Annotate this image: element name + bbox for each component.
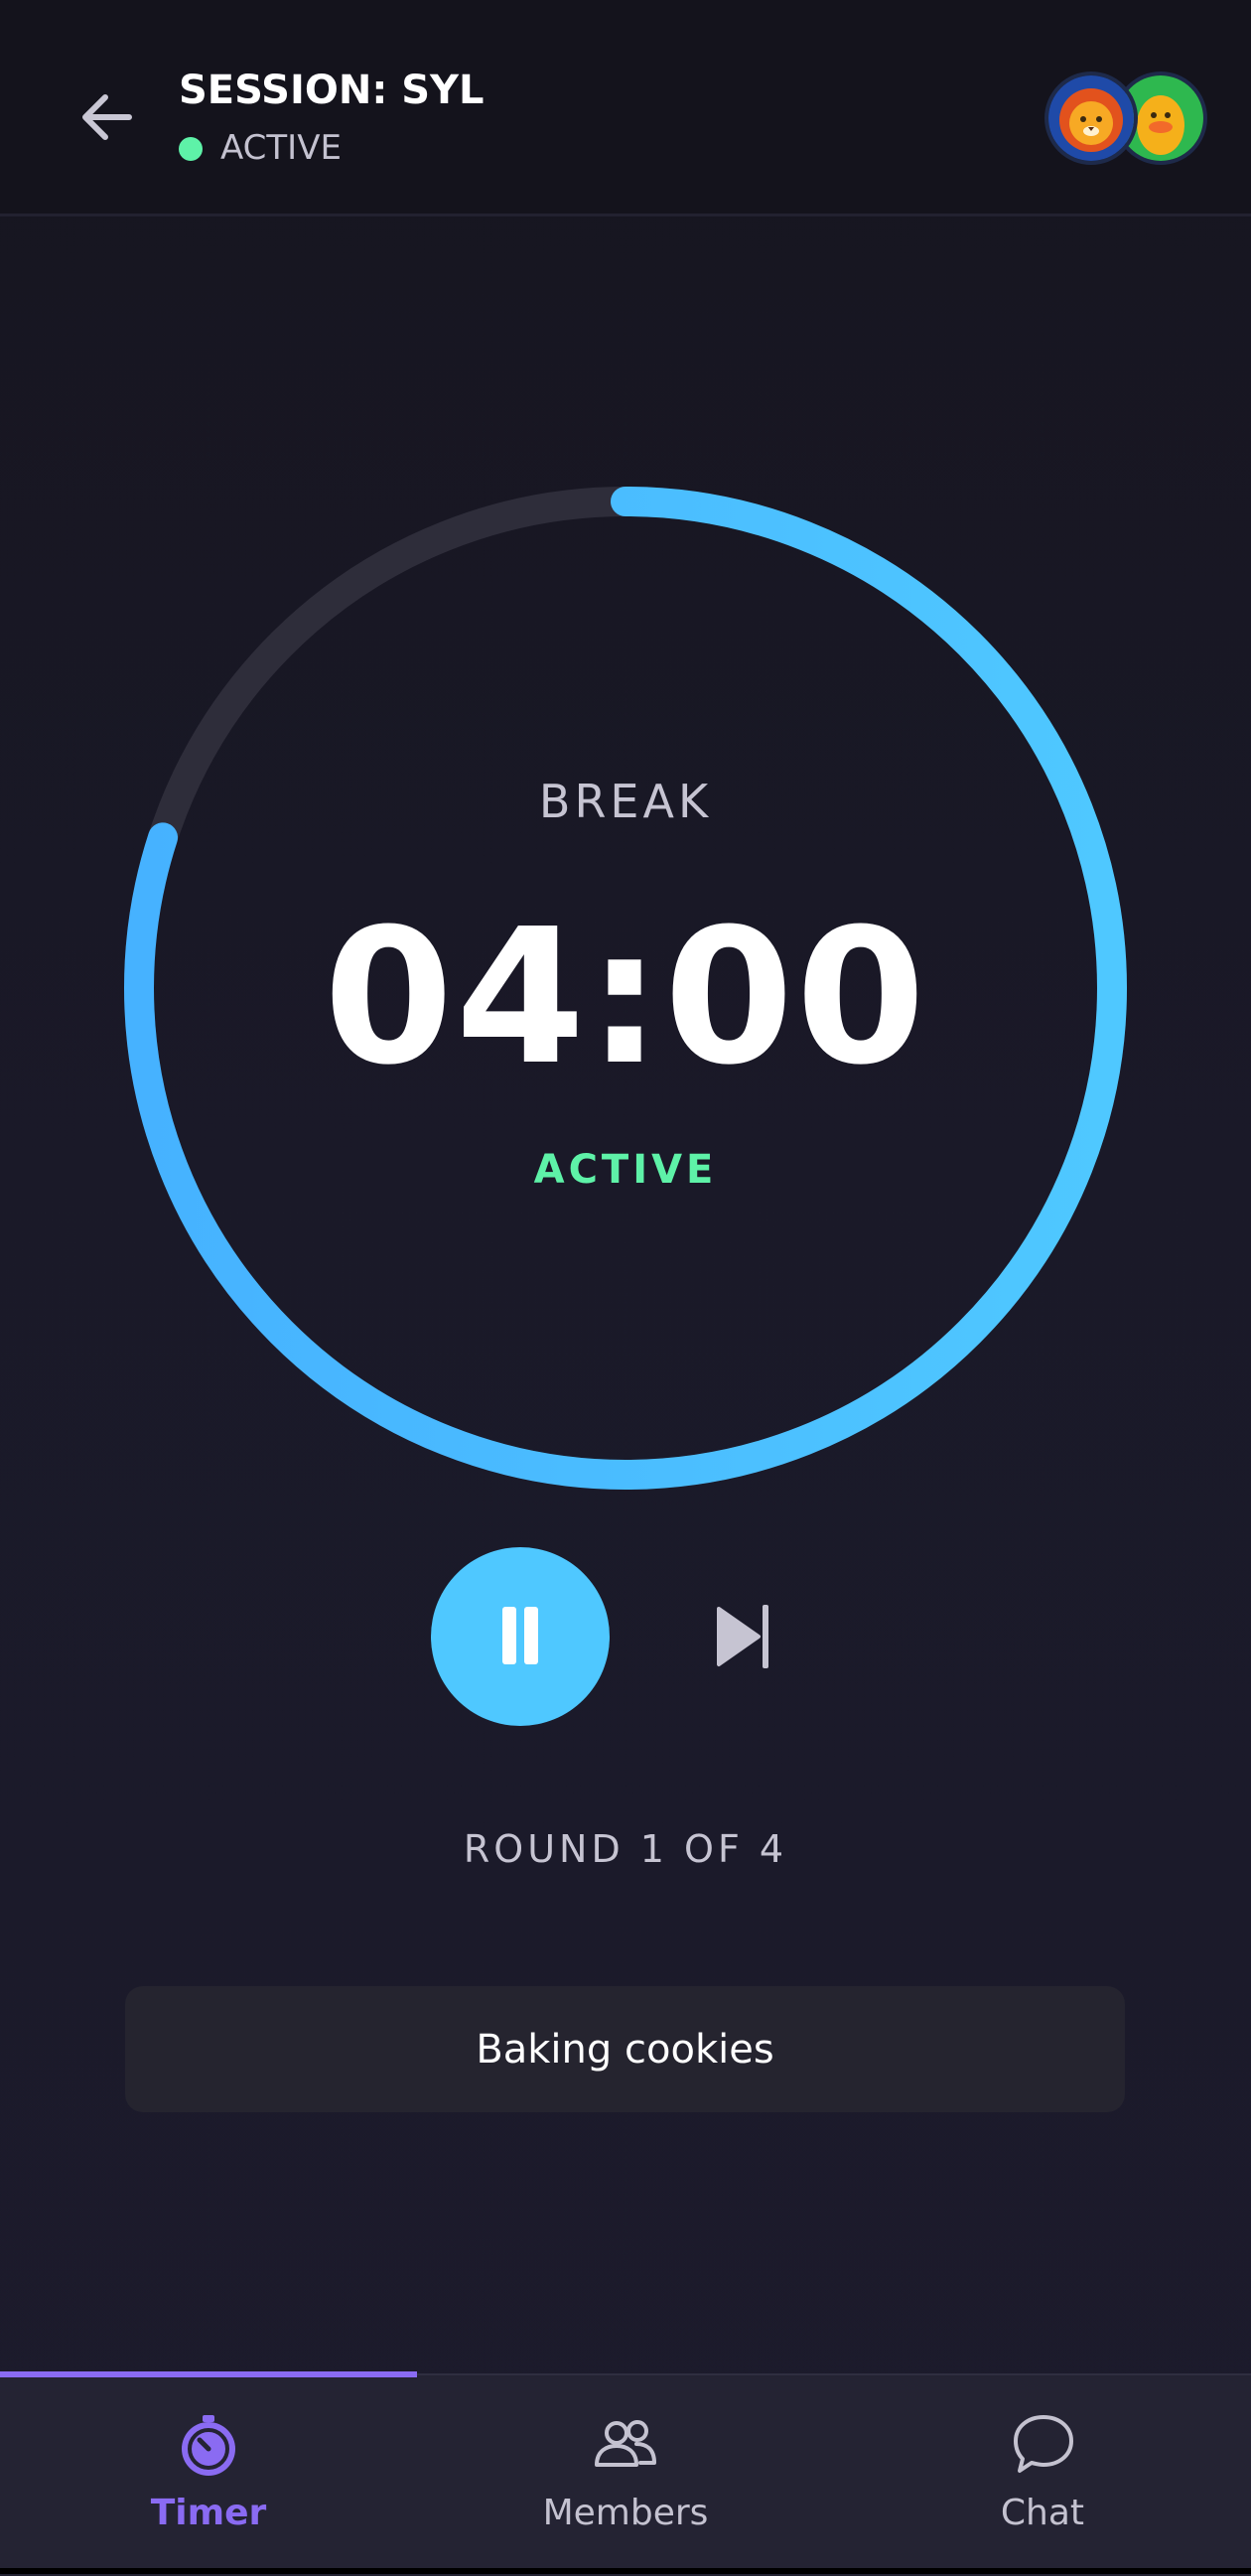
arrow-left-icon: [82, 94, 132, 140]
session-header: SESSION: SYL ACTIVE: [0, 0, 1251, 216]
timer-phase-label: BREAK: [538, 775, 713, 828]
skip-next-icon: [717, 1605, 768, 1668]
status-dot: [179, 137, 203, 161]
pause-button[interactable]: [431, 1547, 610, 1726]
session-title: SESSION: SYL: [179, 68, 485, 113]
session-status: ACTIVE: [220, 128, 342, 168]
tab-label-timer: Timer: [150, 2493, 267, 2533]
tab-timer[interactable]: Timer: [0, 2373, 417, 2574]
timer-state-label: ACTIVE: [533, 1147, 718, 1193]
lion-avatar[interactable]: [1044, 72, 1138, 165]
skip-button[interactable]: [713, 1599, 776, 1674]
tab-label-chat: Chat: [1000, 2493, 1085, 2533]
chat-icon: [1014, 2415, 1073, 2473]
task-card[interactable]: Baking cookies: [125, 1986, 1125, 2112]
tab-members[interactable]: Members: [417, 2373, 834, 2574]
back-button[interactable]: [70, 79, 145, 155]
system-nav-strip: [0, 2568, 1251, 2574]
round-indicator: ROUND 1 OF 4: [463, 1827, 788, 1871]
timer-icon: [182, 2415, 235, 2476]
timer-countdown: 04:00: [323, 889, 928, 1106]
task-text: Baking cookies: [476, 2026, 774, 2073]
tab-chat[interactable]: Chat: [834, 2373, 1251, 2574]
tab-label-members: Members: [542, 2493, 709, 2533]
members-icon: [595, 2420, 656, 2467]
